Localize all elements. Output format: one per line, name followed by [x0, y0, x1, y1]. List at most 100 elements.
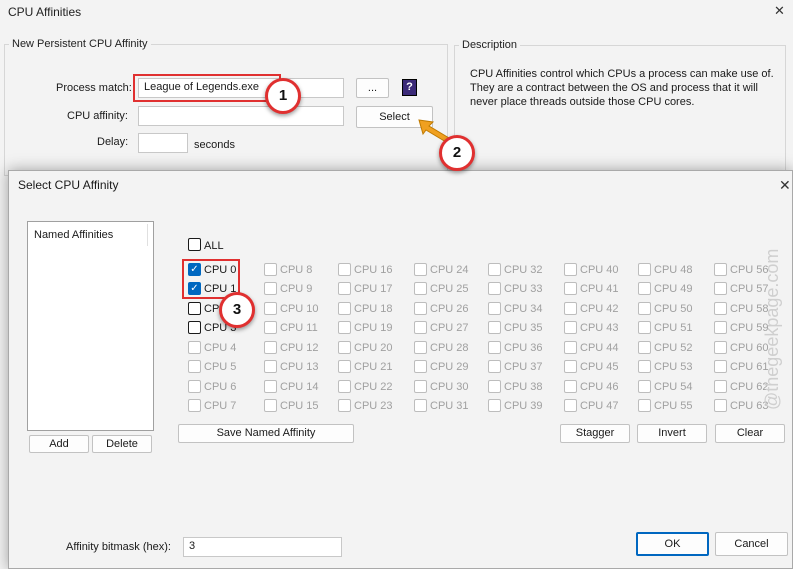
- select-cpu-affinity-dialog: Select CPU Affinity ✕ Named Affinities A…: [8, 170, 793, 569]
- cpu-5-label: CPU 5: [204, 361, 237, 373]
- cpu-affinity-input[interactable]: [138, 106, 344, 126]
- cpu-25-label: CPU 25: [430, 283, 469, 295]
- named-affinities-list[interactable]: Named Affinities: [27, 221, 154, 431]
- cpu-16-checkbox: [338, 263, 351, 276]
- cpu-38-checkbox: [488, 380, 501, 393]
- cpu-29-checkbox: [414, 360, 427, 373]
- delay-label: Delay:: [97, 136, 129, 148]
- cpu-48-checkbox: [638, 263, 651, 276]
- description-group: [454, 45, 786, 175]
- dialog-close-icon[interactable]: ✕: [779, 177, 791, 194]
- cpu-10-checkbox: [264, 302, 277, 315]
- cpu-55-label: CPU 55: [654, 400, 693, 412]
- cpu-50-label: CPU 50: [654, 303, 693, 315]
- cpu-13-checkbox: [264, 360, 277, 373]
- bitmask-input[interactable]: 3: [183, 537, 342, 557]
- cpu-63-checkbox: [714, 399, 727, 412]
- cpu-30-label: CPU 30: [430, 381, 469, 393]
- cpu-40-checkbox: [564, 263, 577, 276]
- dialog-title: Select CPU Affinity: [18, 178, 119, 192]
- group-title: New Persistent CPU Affinity: [9, 38, 151, 50]
- cpu-3-checkbox[interactable]: [188, 321, 201, 334]
- watermark: @thegeekpage.com: [762, 248, 782, 410]
- stagger-button[interactable]: Stagger: [560, 424, 630, 443]
- cpu-41-label: CPU 41: [580, 283, 619, 295]
- cpu-7-label: CPU 7: [204, 400, 237, 412]
- cpu-11-label: CPU 11: [280, 322, 318, 334]
- delete-button[interactable]: Delete: [92, 435, 152, 453]
- cpu-61-checkbox: [714, 360, 727, 373]
- cpu-17-label: CPU 17: [354, 283, 393, 295]
- cpu-20-label: CPU 20: [354, 342, 393, 354]
- browse-button[interactable]: ...: [356, 78, 389, 98]
- cpu-62-checkbox: [714, 380, 727, 393]
- cpu-56-checkbox: [714, 263, 727, 276]
- save-named-affinity-button[interactable]: Save Named Affinity: [178, 424, 354, 443]
- clear-button[interactable]: Clear: [715, 424, 785, 443]
- cpu-50-checkbox: [638, 302, 651, 315]
- cpu-26-checkbox: [414, 302, 427, 315]
- cpu-42-checkbox: [564, 302, 577, 315]
- cpu-7-checkbox: [188, 399, 201, 412]
- cpu-24-label: CPU 24: [430, 264, 469, 276]
- cpu-49-checkbox: [638, 282, 651, 295]
- cpu-35-label: CPU 35: [504, 322, 543, 334]
- cpu-32-label: CPU 32: [504, 264, 543, 276]
- cpu-35-checkbox: [488, 321, 501, 334]
- cpu-28-label: CPU 28: [430, 342, 469, 354]
- add-button[interactable]: Add: [29, 435, 89, 453]
- invert-button[interactable]: Invert: [637, 424, 707, 443]
- help-icon[interactable]: ?: [402, 79, 417, 96]
- cpu-33-checkbox: [488, 282, 501, 295]
- cpu-47-label: CPU 47: [580, 400, 619, 412]
- cpu-29-label: CPU 29: [430, 361, 469, 373]
- cpu-19-checkbox: [338, 321, 351, 334]
- delay-input[interactable]: [138, 133, 188, 153]
- cpu-25-checkbox: [414, 282, 427, 295]
- cpu-4-label: CPU 4: [204, 342, 237, 354]
- process-highlight-box: [133, 74, 281, 102]
- cpu-47-checkbox: [564, 399, 577, 412]
- header-divider: [147, 224, 148, 246]
- process-match-label: Process match:: [56, 82, 132, 94]
- ok-button[interactable]: OK: [636, 532, 709, 556]
- step-1-badge: 1: [265, 78, 301, 114]
- window-close-icon[interactable]: ✕: [774, 3, 785, 19]
- cpu-41-checkbox: [564, 282, 577, 295]
- cpu-14-checkbox: [264, 380, 277, 393]
- cpu-11-checkbox: [264, 321, 277, 334]
- cpu-37-checkbox: [488, 360, 501, 373]
- cpu-45-checkbox: [564, 360, 577, 373]
- cpu-52-checkbox: [638, 341, 651, 354]
- named-affinities-header: Named Affinities: [34, 229, 114, 241]
- cpu-49-label: CPU 49: [654, 283, 693, 295]
- cpu-31-checkbox: [414, 399, 427, 412]
- cpu-28-checkbox: [414, 341, 427, 354]
- cpu-18-label: CPU 18: [354, 303, 393, 315]
- cpu-54-label: CPU 54: [654, 381, 693, 393]
- cpu-42-label: CPU 42: [580, 303, 619, 315]
- cpu-22-label: CPU 22: [354, 381, 393, 393]
- cpu-57-checkbox: [714, 282, 727, 295]
- cpu-20-checkbox: [338, 341, 351, 354]
- cpu-34-checkbox: [488, 302, 501, 315]
- cpu-31-label: CPU 31: [430, 400, 469, 412]
- step-3-badge: 3: [219, 292, 255, 328]
- cpu-10-label: CPU 10: [280, 303, 319, 315]
- cpu-affinity-label: CPU affinity:: [67, 110, 128, 122]
- cpu-43-label: CPU 43: [580, 322, 619, 334]
- all-checkbox[interactable]: [188, 238, 201, 251]
- cpu-14-label: CPU 14: [280, 381, 319, 393]
- cpu-9-label: CPU 9: [280, 283, 313, 295]
- cpu-13-label: CPU 13: [280, 361, 319, 373]
- cpu-45-label: CPU 45: [580, 361, 619, 373]
- cancel-button[interactable]: Cancel: [715, 532, 788, 556]
- cpu-32-checkbox: [488, 263, 501, 276]
- seconds-label: seconds: [194, 139, 235, 151]
- cpu-58-checkbox: [714, 302, 727, 315]
- cpu-8-label: CPU 8: [280, 264, 313, 276]
- cpu-44-checkbox: [564, 341, 577, 354]
- cpu-8-checkbox: [264, 263, 277, 276]
- cpu-53-checkbox: [638, 360, 651, 373]
- cpu-2-checkbox[interactable]: [188, 302, 201, 315]
